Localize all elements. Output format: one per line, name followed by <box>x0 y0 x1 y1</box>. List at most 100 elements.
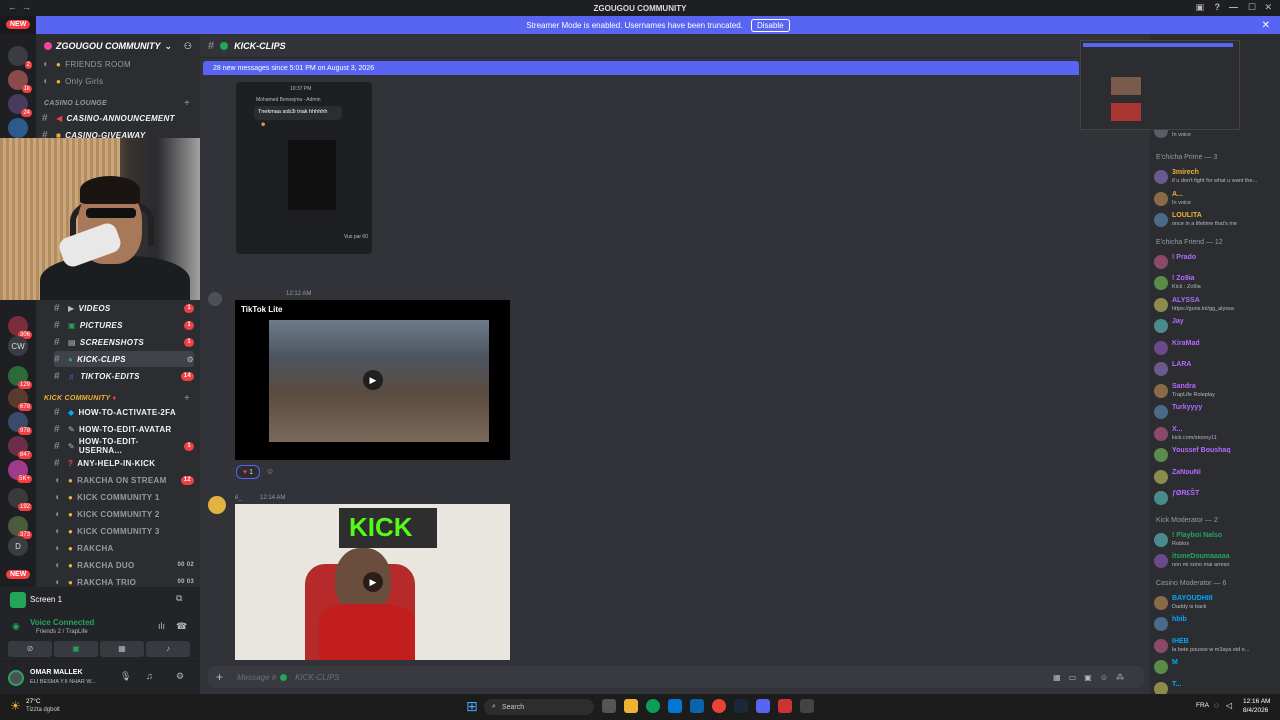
disable-button[interactable]: Disable <box>750 18 790 32</box>
member-item[interactable]: hbib <box>1154 615 1278 635</box>
close-icon[interactable]: ✕ <box>1262 20 1270 31</box>
camera-button[interactable]: ⊘ <box>8 641 52 657</box>
disconnect-icon[interactable]: ☎ <box>176 621 187 632</box>
avatar[interactable] <box>208 496 226 514</box>
inbox-icon[interactable]: ▣ <box>1195 2 1204 13</box>
channel-item[interactable]: ◖ ● KICK COMMUNITY 1 <box>54 489 194 505</box>
server-header[interactable]: ZGOUGOU COMMUNITY ⌄ ⚇ <box>36 34 200 58</box>
weather-icon[interactable]: ☀ <box>10 699 21 713</box>
headphones-icon[interactable]: ♫ <box>146 671 153 681</box>
member-item[interactable]: ! Zo9ia Kick : Zo9ia <box>1154 274 1278 294</box>
member-item[interactable]: 3mirech if u don't fight for what u want … <box>1154 168 1278 188</box>
channel-item[interactable]: ◖ ● RAKCHA DUO 00 02 <box>54 557 194 573</box>
channel-videos[interactable]: # ▶ VIDEOS 1 <box>54 300 194 316</box>
member-item[interactable]: BAYOUDHIII Daddy is back <box>1154 594 1278 614</box>
app-icon[interactable] <box>800 699 814 713</box>
member-item[interactable]: Turkyyyy <box>1154 403 1278 423</box>
voice-channel[interactable]: Friends 2 / TrapLife <box>36 629 88 635</box>
member-item[interactable]: X... kick.com/xtoony11 <box>1154 425 1278 445</box>
member-item[interactable]: KiraMad <box>1154 339 1278 359</box>
minimize-icon[interactable]: — <box>1229 2 1238 12</box>
channel-only-girls[interactable]: ◖ ● Only Girls <box>42 73 192 89</box>
member-item[interactable]: Jay <box>1154 317 1278 337</box>
member-item[interactable]: LOULITA once in a lifetime that's me <box>1154 211 1278 231</box>
add-reaction-icon[interactable]: ☺ <box>266 467 274 476</box>
channel-screenshots[interactable]: # ▤ SCREENSHOTS 1 <box>54 334 194 350</box>
heart-reaction[interactable]: ♥ 1 <box>236 465 260 479</box>
channel-kick-clips[interactable]: # ● KICK-CLIPS ⚙ <box>54 351 194 367</box>
language-indicator[interactable]: FRA <box>1196 702 1209 709</box>
server-icon[interactable] <box>8 118 28 138</box>
member-item[interactable]: Youssef Boushaq <box>1154 446 1278 466</box>
voice-status[interactable]: Voice Connected <box>30 618 94 627</box>
taskbar-search[interactable]: ⌕ Search <box>484 699 594 715</box>
member-item[interactable]: LARA <box>1154 360 1278 380</box>
member-item[interactable]: Sandra TrapLife Roleplay <box>1154 382 1278 402</box>
forward-icon[interactable]: → <box>22 2 31 12</box>
close-icon[interactable]: ✕ <box>1264 2 1272 13</box>
member-item[interactable]: M <box>1154 658 1278 678</box>
add-member-icon[interactable]: ⚇ <box>184 41 192 52</box>
server-icon[interactable]: 24 <box>8 94 32 117</box>
server-icon[interactable]: 2 <box>8 46 32 69</box>
clock-time[interactable]: 12:16 AM <box>1243 698 1270 705</box>
video-attachment[interactable]: TikTok Lite ▶ <box>235 300 510 460</box>
back-icon[interactable]: ← <box>8 2 17 12</box>
mail-icon[interactable] <box>690 699 704 713</box>
image-attachment[interactable]: 10:37 PM Mohamed Bennejma - Admin Tnekma… <box>236 82 372 254</box>
soundboard-button[interactable]: ♪ <box>146 641 190 657</box>
channel-item[interactable]: # ◆ HOW-TO-ACTIVATE-2FA <box>54 404 194 420</box>
server-icon[interactable]: 129 <box>8 366 32 389</box>
popout-icon[interactable]: ⧉ <box>176 593 182 604</box>
channel-tiktok-edits[interactable]: # ♬ TIKTOK-EDITS 14 <box>54 368 194 384</box>
member-item[interactable]: IHEB la bete pousse w m3aya eid e... <box>1154 637 1278 657</box>
chrome-icon[interactable] <box>712 699 726 713</box>
channel-item[interactable]: ◖ ● KICK COMMUNITY 3 <box>54 523 194 539</box>
server-icon[interactable]: 978 <box>8 412 32 435</box>
server-icon[interactable]: 306 <box>8 316 32 339</box>
new-messages-bar[interactable]: 28 new messages since 5:01 PM on August … <box>203 61 1079 75</box>
screen-preview-thumbnail[interactable] <box>1080 40 1240 130</box>
video-attachment[interactable]: KICK ▶ <box>235 504 510 660</box>
store-icon[interactable] <box>668 699 682 713</box>
channel-friends-room[interactable]: ◖ ● FRIENDS ROOM <box>42 56 192 72</box>
member-item[interactable]: ƒØR£ŠT <box>1154 489 1278 509</box>
member-item[interactable]: A... In voice <box>1154 190 1278 210</box>
steam-icon[interactable] <box>734 699 748 713</box>
channel-pictures[interactable]: # ▣ PICTURES 1 <box>54 317 194 333</box>
member-item[interactable]: ! Playboi Nalso Roblox <box>1154 531 1278 551</box>
activities-button[interactable]: ▦ <box>100 641 144 657</box>
channel-item[interactable]: ◖ ● RAKCHA <box>54 540 194 556</box>
add-attachment-icon[interactable]: + <box>216 670 223 684</box>
channel-item[interactable]: # ✎ HOW-TO-EDIT-USERNA... 1 <box>54 437 194 455</box>
server-icon[interactable]: 1k <box>8 70 32 93</box>
member-item[interactable]: ! Prado <box>1154 253 1278 273</box>
maximize-icon[interactable]: ☐ <box>1248 2 1256 13</box>
edge-icon[interactable] <box>646 699 660 713</box>
gear-icon[interactable]: ⚙ <box>176 671 184 682</box>
server-icon[interactable]: 5K+ <box>8 460 32 483</box>
member-item[interactable]: ALYSSA https://guns.lol/gg_alyssa <box>1154 296 1278 316</box>
add-channel-icon[interactable]: + <box>184 393 190 404</box>
composer-tools[interactable]: ▦▭▣☺⁂ <box>1053 673 1132 682</box>
server-icon[interactable]: D <box>8 536 28 556</box>
file-explorer-icon[interactable] <box>624 699 638 713</box>
channel-item[interactable]: ◖ ● KICK COMMUNITY 2 <box>54 506 194 522</box>
channel-casino-announcement[interactable]: # ◀ CASINO-ANNOUNCEMENT <box>42 110 192 126</box>
obs-icon[interactable] <box>778 699 792 713</box>
windows-start-icon[interactable]: ⊞ <box>466 698 478 715</box>
screen-share-button[interactable]: ▣ <box>54 641 98 657</box>
noise-icon[interactable]: ılı <box>158 621 165 631</box>
server-icon[interactable]: CW <box>8 336 28 356</box>
discord-icon[interactable] <box>756 699 770 713</box>
category-casino-lounge[interactable]: CASINO LOUNGE <box>44 100 107 107</box>
avatar[interactable] <box>8 670 24 686</box>
network-icon[interactable]: ◌ <box>1214 701 1219 710</box>
server-icon[interactable]: 192 <box>8 488 32 511</box>
clock-date[interactable]: 8/4/2026 <box>1243 707 1268 714</box>
mic-icon[interactable]: 🎙︎ <box>120 671 131 682</box>
channel-item[interactable]: # ✎ HOW-TO-EDIT-AVATAR <box>54 421 194 437</box>
settings-icon[interactable]: ⚙ <box>187 355 194 364</box>
channel-item[interactable]: #? ANY-HELP-IN-KICK <box>54 455 194 471</box>
member-item[interactable]: ZaNouNi <box>1154 468 1278 488</box>
